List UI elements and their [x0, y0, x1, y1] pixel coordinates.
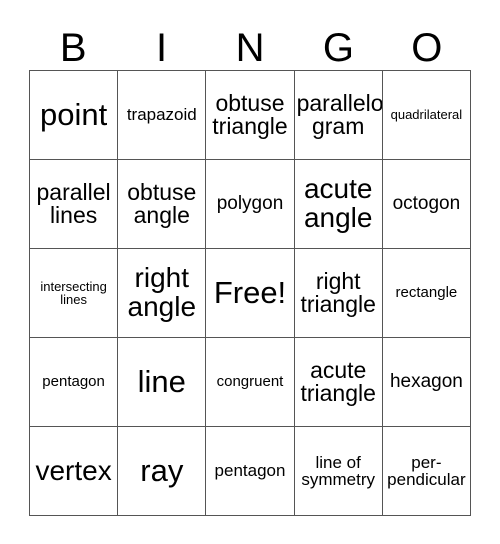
bingo-grid: point trapazoid obtuse triangle parallel… [29, 70, 471, 516]
bingo-cell-label: line [137, 364, 186, 400]
bingo-cell-r5c5[interactable]: per- pendicular [382, 427, 471, 516]
bingo-header-row: B I N G O [29, 20, 471, 70]
bingo-card: B I N G O point trapazoid obtuse triangl… [0, 0, 500, 544]
bingo-cell-r1c4[interactable]: parallelo- gram [294, 71, 383, 160]
bingo-header-letter-b: B [59, 26, 87, 70]
bingo-cell-label: right triangle [300, 267, 376, 317]
bingo-cell-r4c2[interactable]: line [118, 338, 207, 427]
bingo-cell-label: acute triangle [300, 356, 376, 406]
bingo-cell-r5c2[interactable]: ray [118, 427, 207, 516]
bingo-cell-label: point [39, 97, 108, 133]
bingo-cell-label: acute angle [303, 173, 373, 233]
bingo-cell-r4c4[interactable]: acute triangle [294, 338, 383, 427]
bingo-cell-label: polygon [216, 193, 284, 215]
bingo-cell-r4c5[interactable]: hexagon [382, 338, 471, 427]
bingo-cell-r1c2[interactable]: trapazoid [118, 71, 207, 160]
bingo-header-letter-i: I [156, 26, 168, 70]
bingo-cell-r3c4[interactable]: right triangle [294, 249, 383, 338]
bingo-cell-label: congruent [216, 373, 284, 391]
bingo-header-letter-g: G [322, 26, 354, 70]
bingo-cell-r3c5[interactable]: rectangle [382, 249, 471, 338]
bingo-cell-label: rectangle [395, 284, 458, 302]
bingo-cell-label: vertex [35, 454, 112, 486]
bingo-cell-r1c3[interactable]: obtuse triangle [206, 71, 295, 160]
bingo-cell-r5c4[interactable]: line of symmetry [294, 427, 383, 516]
bingo-cell-r2c3[interactable]: polygon [206, 160, 295, 249]
bingo-cell-r1c5[interactable]: quadrilateral [382, 71, 471, 160]
bingo-cell-label: line of symmetry [301, 452, 376, 489]
bingo-cell-label: parallelo- gram [296, 89, 383, 139]
bingo-cell-label: pentagon [42, 373, 105, 391]
bingo-cell-label: parallel lines [36, 178, 111, 228]
bingo-cell-r4c3[interactable]: congruent [206, 338, 295, 427]
bingo-cell-label: ray [140, 453, 184, 489]
bingo-cell-r2c4[interactable]: acute angle [294, 160, 383, 249]
bingo-cell-label: intersecting lines [40, 278, 107, 307]
bingo-cell-label: hexagon [389, 371, 463, 393]
bingo-cell-label: obtuse triangle [212, 89, 288, 139]
bingo-cell-r5c1[interactable]: vertex [30, 427, 119, 516]
bingo-cell-label: obtuse angle [127, 178, 197, 228]
bingo-cell-r1c1[interactable]: point [30, 71, 119, 160]
bingo-cell-r5c3[interactable]: pentagon [206, 427, 295, 516]
bingo-cell-r2c1[interactable]: parallel lines [30, 160, 119, 249]
bingo-cell-free-space[interactable]: Free! [206, 249, 295, 338]
bingo-cell-label: quadrilateral [390, 107, 463, 123]
bingo-cell-r3c2[interactable]: right angle [118, 249, 207, 338]
bingo-cell-r3c1[interactable]: intersecting lines [30, 249, 119, 338]
bingo-header-letter-n: N [235, 26, 265, 70]
bingo-cell-label: pentagon [214, 461, 286, 481]
bingo-cell-label: octogon [392, 193, 461, 215]
bingo-cell-r4c1[interactable]: pentagon [30, 338, 119, 427]
bingo-cell-label: trapazoid [126, 105, 197, 125]
bingo-cell-label: Free! [213, 275, 287, 311]
bingo-header-letter-o: O [411, 26, 443, 70]
bingo-cell-r2c2[interactable]: obtuse angle [118, 160, 207, 249]
bingo-cell-r2c5[interactable]: octogon [382, 160, 471, 249]
bingo-cell-label: per- pendicular [387, 452, 466, 489]
bingo-cell-label: right angle [127, 262, 197, 322]
